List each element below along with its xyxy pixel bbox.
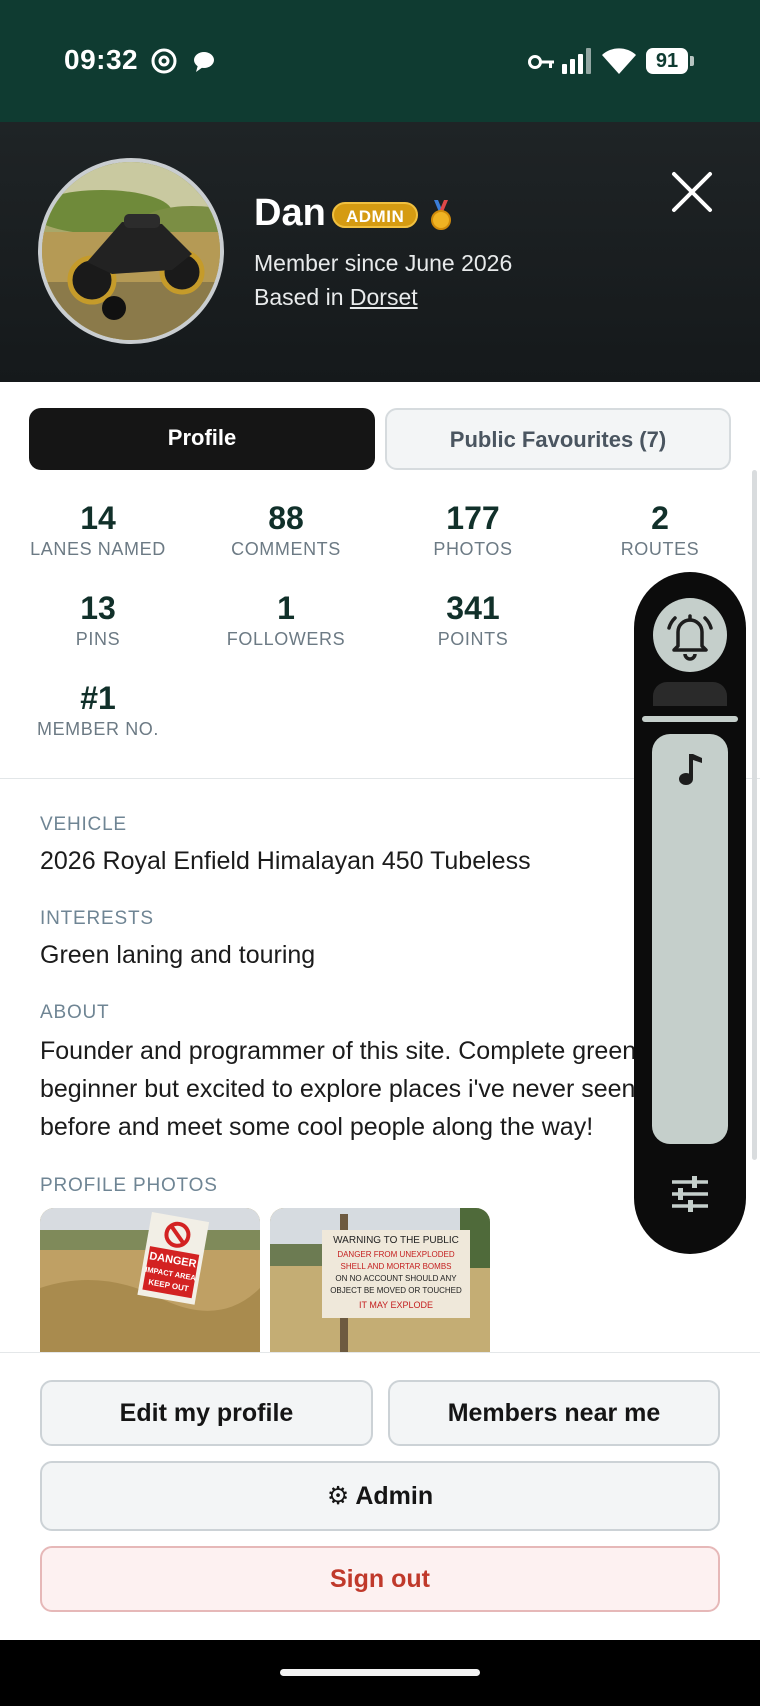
about-line: beginner but excited to explore places i… <box>40 1075 636 1103</box>
location-link[interactable]: Dorset <box>350 284 418 310</box>
stat-label: PINS <box>75 629 121 649</box>
avatar-motorcycle-photo <box>42 162 220 340</box>
stat-label: POINTS <box>437 629 509 649</box>
profile-photo-1[interactable]: DANGER IMPACT AREA KEEP OUT <box>40 1208 260 1352</box>
profile-header: Dan ADMIN Member since June 2026 Based i… <box>0 122 760 382</box>
member-since: Member since June 2026 <box>254 250 513 276</box>
call-volume-slider[interactable] <box>642 716 738 722</box>
based-in: Based in Dorset <box>254 284 418 311</box>
based-in-label: Based in <box>254 284 344 310</box>
bell-icon <box>667 614 713 661</box>
signal-icon <box>562 48 591 74</box>
interests-value: Green laning and touring <box>40 941 316 969</box>
profile-name: Dan <box>254 192 326 234</box>
about-line: Founder and programmer of this site. Com… <box>40 1037 637 1065</box>
stat-pins: 13 PINS <box>8 590 188 650</box>
stat-comments: 88 COMMENTS <box>196 500 376 560</box>
status-bar: 09:32 91 <box>0 0 760 122</box>
stat-photos: 177 PHOTOS <box>383 500 563 560</box>
about-text: Founder and programmer of this site. Com… <box>40 1032 640 1146</box>
stat-label: PHOTOS <box>433 539 513 559</box>
battery-level: 91 <box>646 48 688 74</box>
stat-label: LANES NAMED <box>30 539 166 559</box>
about-label: ABOUT <box>40 1002 110 1023</box>
stat-label: ROUTES <box>620 539 700 559</box>
stat-lanes-named: 14 LANES NAMED <box>8 500 188 560</box>
panel-grip <box>653 682 727 706</box>
admin-button[interactable]: ⚙ Admin <box>40 1461 720 1531</box>
sign-text: SHELL AND MORTAR BOMBS <box>341 1262 452 1271</box>
volume-panel <box>634 572 746 1254</box>
profile-photos-label: PROFILE PHOTOS <box>40 1175 218 1196</box>
stat-value: 2 <box>651 500 669 536</box>
stat-value: 177 <box>446 500 500 536</box>
warning-sign-photo: WARNING TO THE PUBLIC DANGER FROM UNEXPL… <box>270 1208 490 1352</box>
stat-value: 341 <box>446 590 500 626</box>
music-note-icon <box>679 754 702 785</box>
stat-label: FOLLOWERS <box>226 629 346 649</box>
stat-member-no: #1 MEMBER NO. <box>8 680 188 740</box>
sign-text: DANGER FROM UNEXPLODED <box>337 1250 455 1259</box>
stat-label: MEMBER NO. <box>36 719 159 739</box>
close-icon[interactable] <box>668 168 716 216</box>
sign-out-button[interactable]: Sign out <box>40 1546 720 1612</box>
stat-value: 88 <box>268 500 304 536</box>
avatar[interactable] <box>38 158 224 344</box>
sound-settings-icon[interactable] <box>664 1168 716 1220</box>
interests-label: INTERESTS <box>40 908 154 929</box>
home-indicator[interactable] <box>280 1669 480 1676</box>
danger-sign-photo: DANGER IMPACT AREA KEEP OUT <box>40 1208 260 1352</box>
admin-badge: ADMIN <box>332 202 419 228</box>
sign-text: WARNING TO THE PUBLIC <box>333 1235 459 1246</box>
stat-value: 13 <box>80 590 116 626</box>
stat-value: #1 <box>80 680 116 716</box>
media-volume-slider[interactable] <box>652 734 728 1144</box>
stat-value: 14 <box>80 500 116 536</box>
tab-public-favourites[interactable]: Public Favourites (7) <box>385 408 731 470</box>
stat-points: 341 POINTS <box>383 590 563 650</box>
vehicle-label: VEHICLE <box>40 814 127 835</box>
stat-routes: 2 ROUTES <box>570 500 750 560</box>
chat-bubble-icon <box>194 52 214 72</box>
medal-icon <box>431 200 451 230</box>
tab-profile[interactable]: Profile <box>29 408 375 470</box>
vehicle-value: 2026 Royal Enfield Himalayan 450 Tubeles… <box>40 847 531 875</box>
status-time: 09:32 <box>64 44 139 75</box>
battery-tip <box>690 56 694 66</box>
edit-profile-button[interactable]: Edit my profile <box>40 1380 373 1446</box>
profile-photo-2[interactable]: WARNING TO THE PUBLIC DANGER FROM UNEXPL… <box>270 1208 490 1352</box>
wifi-icon <box>602 48 636 74</box>
stat-value: 1 <box>277 590 295 626</box>
stat-followers: 1 FOLLOWERS <box>196 590 376 650</box>
scrollbar[interactable] <box>752 470 757 1160</box>
about-line: before and meet some cool people along t… <box>40 1113 594 1141</box>
ringer-button[interactable] <box>653 598 727 672</box>
members-near-me-button[interactable]: Members near me <box>388 1380 720 1446</box>
threads-icon <box>151 48 177 74</box>
stat-label: COMMENTS <box>231 539 341 559</box>
sign-text: IT MAY EXPLODE <box>359 1300 433 1310</box>
sign-text: OBJECT BE MOVED OR TOUCHED <box>330 1286 462 1295</box>
vpn-key-icon <box>528 55 554 69</box>
sign-text: ON NO ACCOUNT SHOULD ANY <box>335 1274 457 1283</box>
